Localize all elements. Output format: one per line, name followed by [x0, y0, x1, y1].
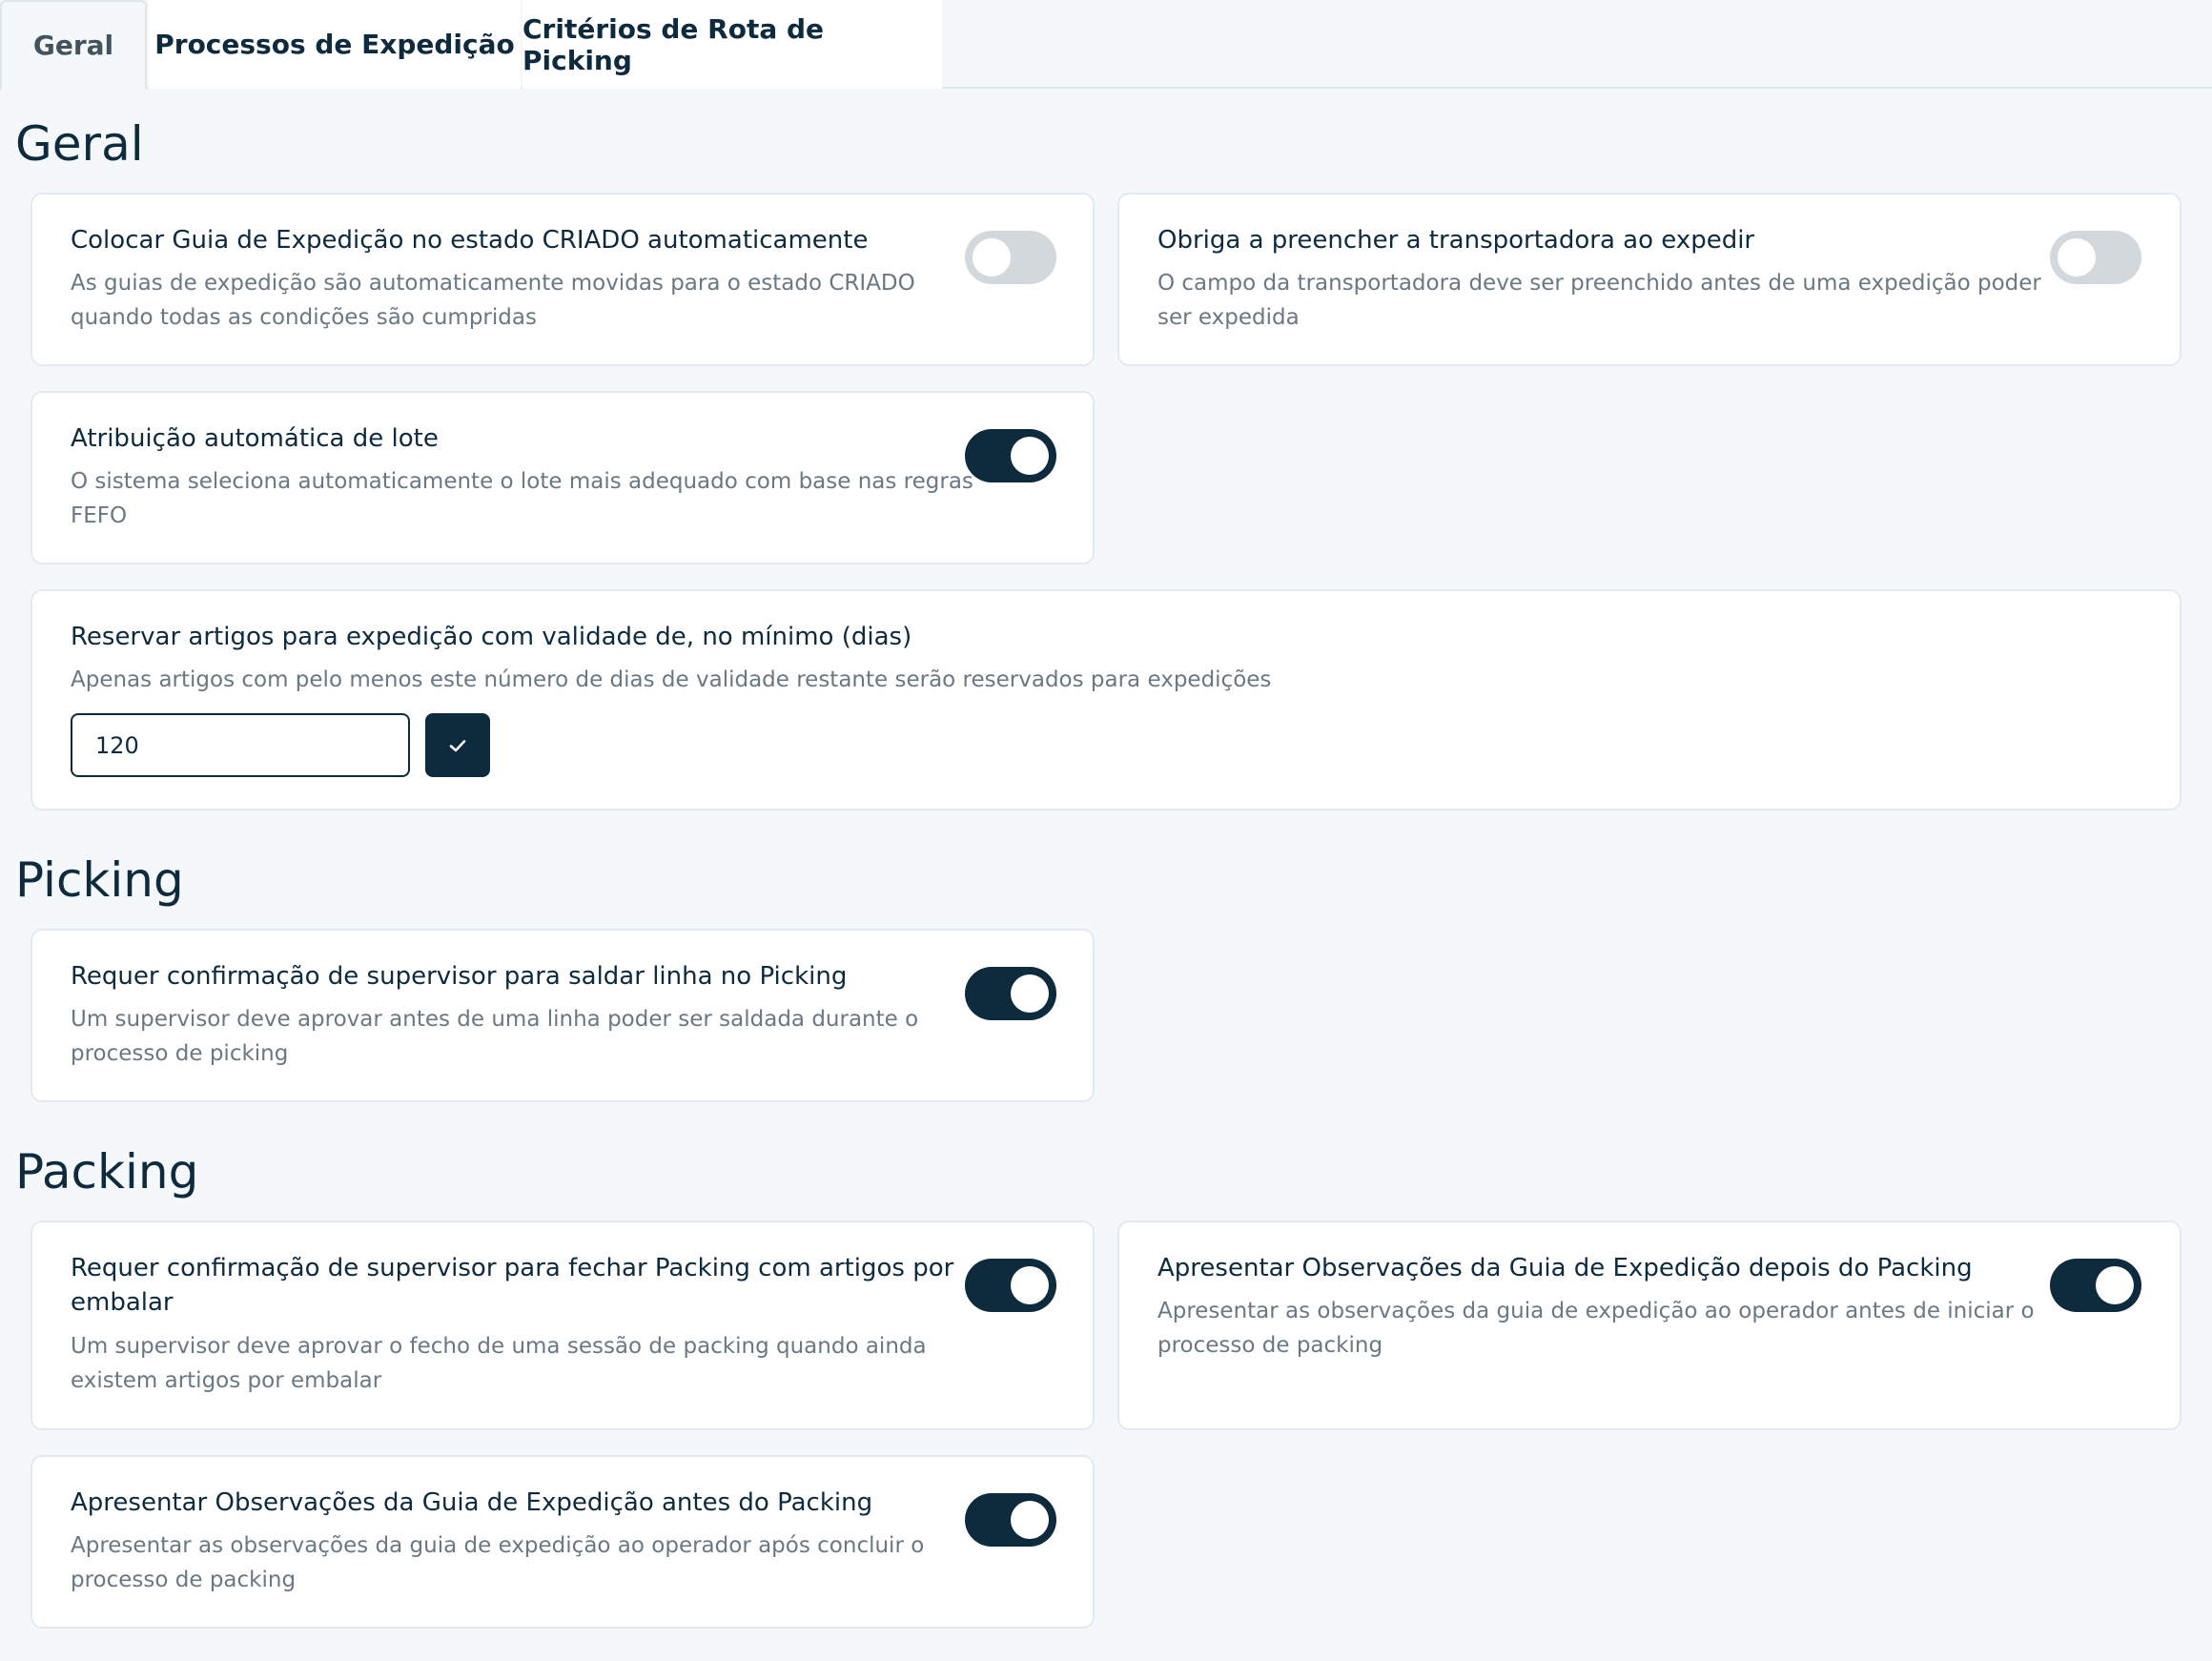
tab-processos-expedicao[interactable]: Processos de Expedição [149, 0, 521, 89]
setting-description: processo de packing [1157, 1333, 1383, 1358]
toggle-switch-auto-created[interactable] [965, 231, 1056, 284]
setting-card-min-validity: Reservar artigos para expedição com vali… [31, 589, 2181, 810]
setting-description: O sistema seleciona automaticamente o lo… [71, 469, 973, 494]
confirm-button[interactable] [425, 713, 490, 777]
setting-description: ser expedida [1157, 305, 1300, 330]
setting-card-carrier-required: Obriga a preencher a transportadora ao e… [1117, 193, 2181, 366]
toggle-knob [1011, 1501, 1049, 1539]
section-title-packing: Packing [15, 1144, 199, 1200]
setting-description: existem artigos por embalar [71, 1368, 382, 1393]
setting-title: Obriga a preencher a transportadora ao e… [1157, 226, 1755, 255]
setting-title: embalar [71, 1288, 174, 1317]
setting-description: Apresentar as observações da guia de exp… [1157, 1299, 2035, 1323]
toggle-switch-supervisor-close[interactable] [965, 1259, 1056, 1312]
setting-description: FEFO [71, 503, 128, 528]
toggle-switch-notes-after[interactable] [2050, 1259, 2141, 1312]
setting-description: processo de picking [71, 1041, 289, 1066]
setting-description: Um supervisor deve aprovar antes de uma … [71, 1007, 919, 1032]
setting-description: Apenas artigos com pelo menos este númer… [71, 667, 1272, 692]
setting-title: Atribuição automática de lote [71, 424, 439, 453]
setting-title: Requer confirmação de supervisor para sa… [71, 962, 848, 991]
setting-description: quando todas as condições são cumpridas [71, 305, 537, 330]
min-validity-days-input[interactable] [71, 713, 410, 777]
setting-description: As guias de expedição são automaticament… [71, 271, 915, 296]
tab-geral[interactable]: Geral [0, 0, 147, 91]
setting-card-notes-before: Apresentar Observações da Guia de Expedi… [31, 1455, 1095, 1629]
setting-description: processo de packing [71, 1568, 297, 1592]
section-title-picking: Picking [15, 852, 184, 908]
setting-title: Colocar Guia de Expedição no estado CRIA… [71, 226, 869, 255]
tab-bar: Geral Processos de Expedição Critérios d… [0, 0, 2212, 91]
toggle-knob [1011, 974, 1049, 1013]
setting-description: O campo da transportadora deve ser preen… [1157, 271, 2041, 296]
setting-title: Requer confirmação de supervisor para fe… [71, 1254, 954, 1282]
toggle-knob [1011, 1266, 1049, 1304]
setting-title: Reservar artigos para expedição com vali… [71, 623, 912, 651]
toggle-switch-auto-lot[interactable] [965, 429, 1056, 482]
setting-description: Um supervisor deve aprovar o fecho de um… [71, 1334, 927, 1359]
toggle-knob [1011, 437, 1049, 475]
setting-title: Apresentar Observações da Guia de Expedi… [71, 1488, 873, 1517]
tab-criterios-rota-picking[interactable]: Critérios de Rota de Picking [522, 0, 942, 89]
setting-card-supervisor-close: Requer confirmação de supervisor para fe… [31, 1220, 1095, 1430]
toggle-switch-supervisor-settle[interactable] [965, 967, 1056, 1020]
setting-card-notes-after: Apresentar Observações da Guia de Expedi… [1117, 1220, 2181, 1430]
setting-title: Apresentar Observações da Guia de Expedi… [1157, 1254, 1973, 1282]
setting-card-supervisor-settle: Requer confirmação de supervisor para sa… [31, 929, 1095, 1102]
toggle-knob [2096, 1266, 2134, 1304]
toggle-switch-notes-before[interactable] [965, 1493, 1056, 1547]
toggle-switch-carrier-required[interactable] [2050, 231, 2141, 284]
setting-card-auto-lot: Atribuição automática de lote O sistema … [31, 391, 1095, 564]
toggle-knob [973, 238, 1011, 277]
toggle-knob [2058, 238, 2096, 277]
setting-description: Apresentar as observações da guia de exp… [71, 1533, 925, 1558]
check-icon [449, 739, 466, 751]
setting-card-auto-created: Colocar Guia de Expedição no estado CRIA… [31, 193, 1095, 366]
section-title-geral: Geral [15, 116, 144, 172]
